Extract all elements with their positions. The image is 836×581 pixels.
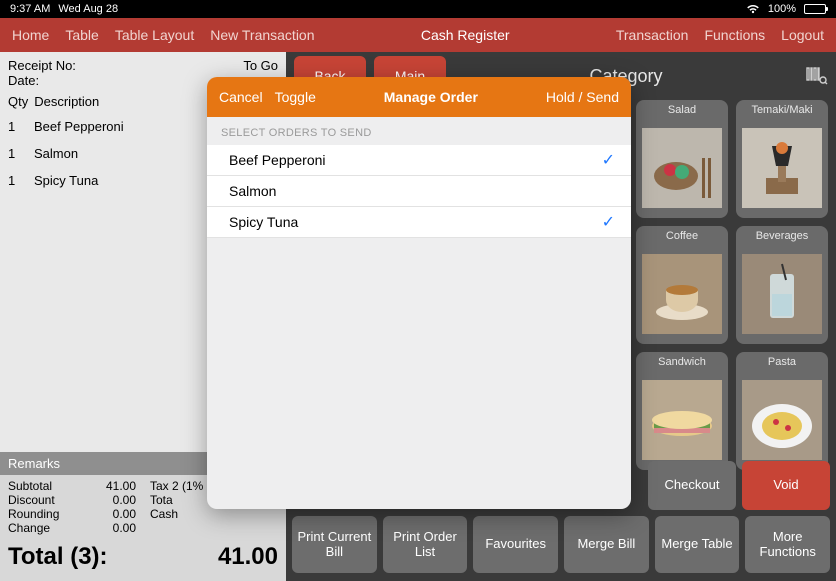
nav-title: Cash Register: [315, 27, 616, 43]
line-qty: 1: [8, 146, 22, 161]
merge-bill-button[interactable]: Merge Bill: [564, 516, 649, 573]
line-name: Salmon: [34, 146, 78, 161]
nav-logout[interactable]: Logout: [781, 27, 824, 43]
category-label: Pasta: [768, 352, 796, 370]
merge-table-button[interactable]: Merge Table: [655, 516, 740, 573]
void-button[interactable]: Void: [742, 461, 830, 510]
status-time: 9:37 AM: [10, 3, 50, 15]
status-date: Wed Aug 28: [58, 3, 118, 15]
checkmark-icon: ✓: [602, 150, 615, 170]
grand-total-label: Total (3):: [8, 543, 108, 571]
modal-item-label: Salmon: [229, 183, 276, 199]
col-qty: Qty: [8, 94, 28, 109]
category-image: [736, 118, 828, 218]
manage-order-modal: Cancel Toggle Manage Order Hold / Send S…: [207, 77, 631, 509]
category-label: Temaki/Maki: [751, 100, 812, 118]
col-desc: Description: [34, 94, 99, 109]
modal-order-item[interactable]: Spicy Tuna ✓: [207, 207, 631, 238]
rounding-label: Rounding: [8, 507, 78, 521]
cash-label: Cash: [136, 507, 278, 521]
more-functions-button[interactable]: More Functions: [745, 516, 830, 573]
nav-table[interactable]: Table: [65, 27, 98, 43]
modal-section-header: SELECT ORDERS TO SEND: [207, 117, 631, 145]
category-image: [636, 118, 728, 218]
modal-hold-send-button[interactable]: Hold / Send: [546, 89, 619, 105]
rounding-value: 0.00: [78, 507, 136, 521]
favourites-button[interactable]: Favourites: [473, 516, 558, 573]
receipt-no-label: Receipt No:: [8, 58, 76, 73]
category-label: Sandwich: [658, 352, 706, 370]
nav-transaction[interactable]: Transaction: [616, 27, 689, 43]
category-label: Salad: [668, 100, 696, 118]
category-image: [736, 244, 828, 344]
subtotal-value: 41.00: [78, 479, 136, 493]
modal-item-label: Beef Pepperoni: [229, 152, 326, 168]
modal-order-item[interactable]: Beef Pepperoni ✓: [207, 145, 631, 176]
category-label: Coffee: [666, 226, 698, 244]
category-label: Beverages: [756, 226, 809, 244]
wifi-icon: [746, 4, 760, 14]
modal-title: Manage Order: [316, 89, 546, 105]
app-top-nav: Home Table Table Layout New Transaction …: [0, 18, 836, 52]
battery-pct: 100%: [768, 3, 796, 15]
grand-total-value: 41.00: [218, 543, 278, 571]
modal-order-item[interactable]: Salmon: [207, 176, 631, 207]
nav-home[interactable]: Home: [12, 27, 49, 43]
category-tile-coffee[interactable]: Coffee: [636, 226, 728, 344]
modal-item-label: Spicy Tuna: [229, 214, 298, 230]
discount-value: 0.00: [78, 493, 136, 507]
line-qty: 1: [8, 119, 22, 134]
receipt-togo: To Go: [243, 58, 278, 73]
receipt-date-label: Date:: [8, 73, 39, 88]
category-tile-temaki[interactable]: Temaki/Maki: [736, 100, 828, 218]
nav-new-transaction[interactable]: New Transaction: [210, 27, 314, 43]
checkmark-icon: ✓: [602, 212, 615, 232]
change-label: Change: [8, 521, 78, 535]
print-current-bill-button[interactable]: Print Current Bill: [292, 516, 377, 573]
category-tile-sandwich[interactable]: Sandwich: [636, 352, 728, 470]
ipad-status-bar: 9:37 AM Wed Aug 28 100%: [0, 0, 836, 18]
category-image: [636, 244, 728, 344]
print-order-list-button[interactable]: Print Order List: [383, 516, 468, 573]
subtotal-label: Subtotal: [8, 479, 78, 493]
line-qty: 1: [8, 173, 22, 188]
modal-toggle-button[interactable]: Toggle: [275, 89, 316, 105]
battery-icon: [804, 4, 826, 14]
discount-label: Discount: [8, 493, 78, 507]
category-tile-beverages[interactable]: Beverages: [736, 226, 828, 344]
line-name: Spicy Tuna: [34, 173, 98, 188]
line-name: Beef Pepperoni: [34, 119, 124, 134]
category-tile-salad[interactable]: Salad: [636, 100, 728, 218]
nav-functions[interactable]: Functions: [704, 27, 765, 43]
change-value: 0.00: [78, 521, 136, 535]
modal-cancel-button[interactable]: Cancel: [219, 89, 263, 105]
barcode-search-icon[interactable]: [806, 66, 828, 86]
nav-table-layout[interactable]: Table Layout: [115, 27, 194, 43]
checkout-button[interactable]: Checkout: [648, 461, 736, 510]
category-tile-pasta[interactable]: Pasta: [736, 352, 828, 470]
